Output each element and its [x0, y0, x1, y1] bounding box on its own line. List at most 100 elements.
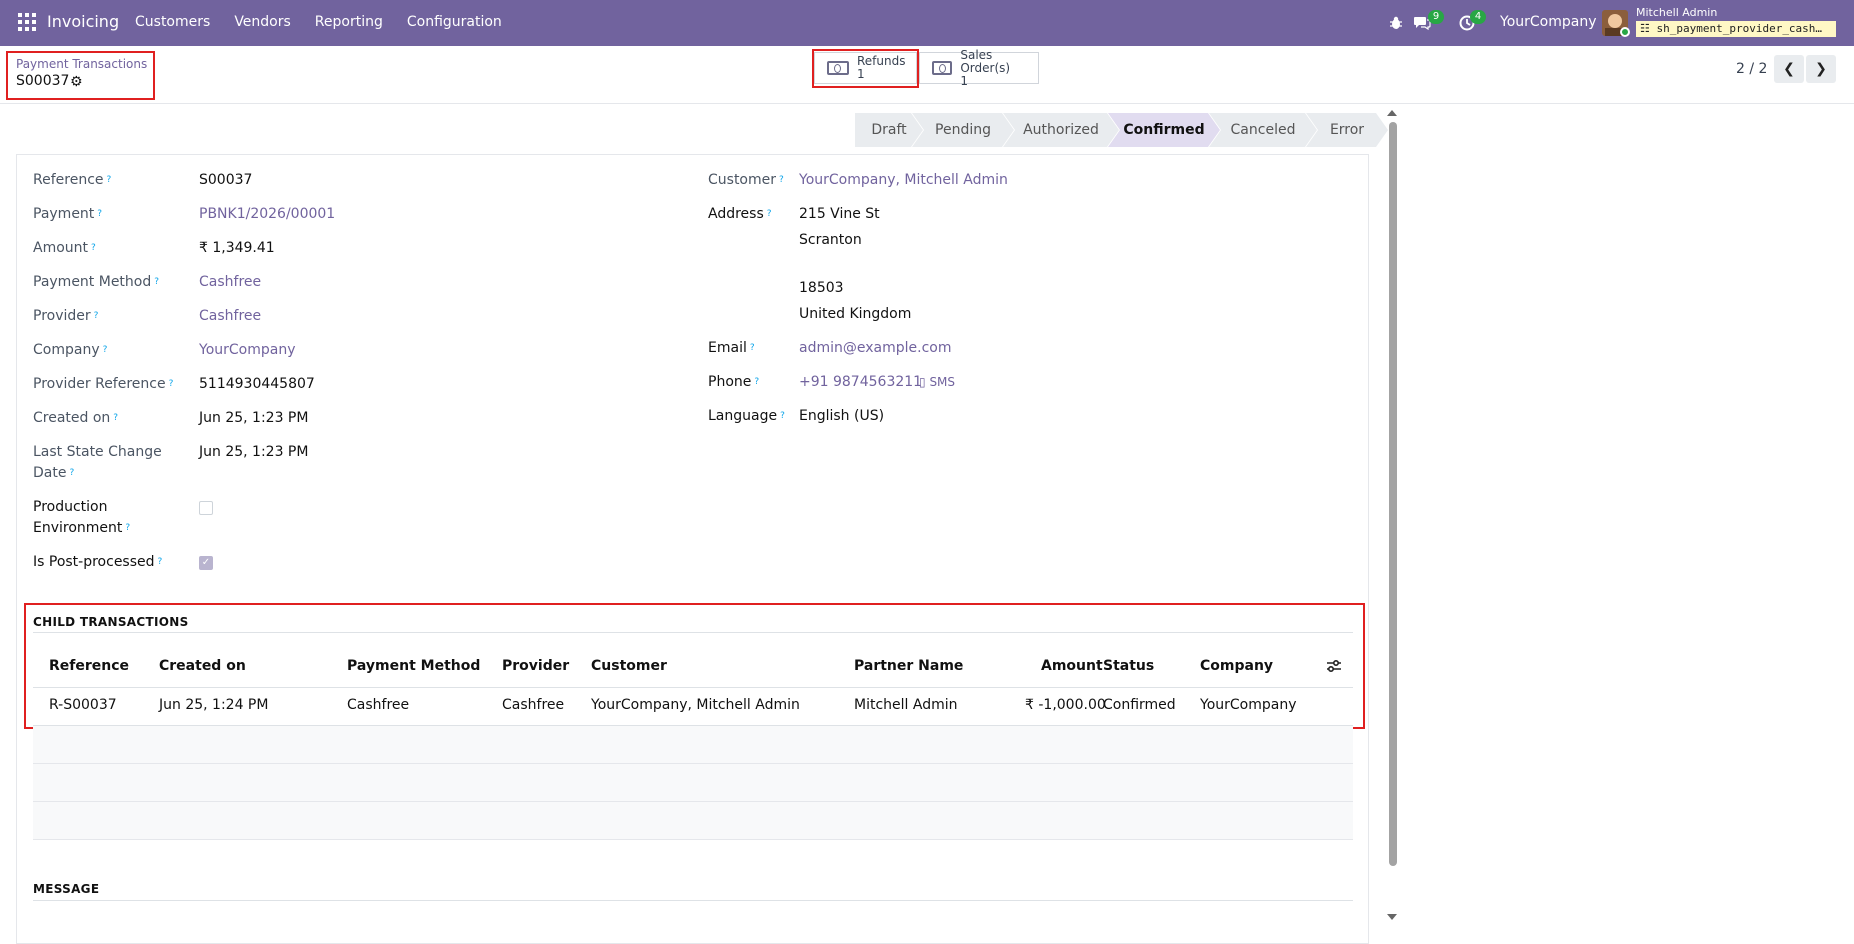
app-grid-icon[interactable] [18, 13, 36, 31]
app-name[interactable]: Invoicing [47, 12, 119, 31]
scroll-up-arrow-icon[interactable] [1387, 110, 1397, 116]
pager-next-button[interactable]: ❯ [1806, 55, 1836, 83]
empty-table-row [33, 764, 1353, 802]
control-panel: Payment Transactions S00037 ⚙ Refunds 1 … [0, 46, 1854, 104]
amount-value: ₹ 1,349.41 [199, 240, 275, 256]
created-on-value: Jun 25, 1:23 PM [199, 410, 309, 426]
status-confirmed[interactable]: Confirmed [1108, 113, 1220, 147]
sms-button[interactable]: ▯ SMS [919, 375, 955, 389]
payment-label: Payment? [33, 206, 103, 222]
main-menu: Customers Vendors Reporting Configuratio… [135, 14, 502, 30]
address-country: United Kingdom [799, 306, 912, 322]
status-error[interactable]: Error [1306, 113, 1388, 147]
provider-label: Provider? [33, 308, 99, 324]
language-label: Language? [708, 408, 785, 424]
pager-previous-button[interactable]: ❮ [1774, 55, 1804, 83]
production-environment-label: Production Environment? [33, 499, 131, 536]
payment-method-link[interactable]: Cashfree [199, 274, 261, 290]
col-reference[interactable]: Reference [49, 658, 129, 674]
sales-orders-count: 1 [960, 73, 968, 88]
refunds-count: 1 [857, 67, 865, 81]
breadcrumb-parent-link[interactable]: Payment Transactions [16, 57, 147, 71]
optional-columns-settings-icon[interactable] [1326, 658, 1342, 674]
money-icon [827, 61, 849, 75]
provider-reference-label: Provider Reference? [33, 376, 174, 392]
col-created-on[interactable]: Created on [159, 658, 246, 674]
cell-status: Confirmed [1103, 697, 1176, 713]
chevron-right-icon: ❯ [1815, 61, 1827, 77]
menu-reporting[interactable]: Reporting [315, 14, 383, 30]
mobile-icon: ▯ [919, 375, 926, 389]
database-name: sh_payment_provider_cash… [1656, 22, 1823, 35]
address-zip: 18503 [799, 280, 844, 296]
pager-value[interactable]: 2 / 2 [1736, 61, 1767, 77]
message-section-title: MESSAGE [33, 882, 100, 896]
child-transactions-title: CHILD TRANSACTIONS [33, 615, 189, 629]
cell-created-on: Jun 25, 1:24 PM [159, 697, 269, 713]
provider-link[interactable]: Cashfree [199, 308, 261, 324]
user-name[interactable]: Mitchell Admin [1636, 6, 1717, 19]
status-draft[interactable]: Draft [855, 113, 923, 147]
messages-count-badge: 9 [1428, 10, 1444, 24]
col-partner-name[interactable]: Partner Name [854, 658, 963, 674]
col-provider[interactable]: Provider [502, 658, 569, 674]
money-icon [932, 61, 953, 75]
address-street: 215 Vine St [799, 206, 880, 222]
payment-method-label: Payment Method? [33, 274, 160, 290]
debug-bug-icon[interactable] [1387, 0, 1405, 46]
is-post-processed-label: Is Post-processed? [33, 554, 163, 570]
section-divider [33, 900, 1353, 901]
reference-label: Reference? [33, 172, 112, 188]
table-header-divider [33, 687, 1353, 688]
phone-label: Phone? [708, 374, 760, 390]
company-switcher[interactable]: YourCompany [1500, 14, 1597, 30]
chevron-left-icon: ❮ [1783, 61, 1795, 77]
cell-payment-method: Cashfree [347, 697, 410, 713]
refunds-smart-button[interactable]: Refunds 1 [814, 52, 917, 84]
amount-label: Amount? [33, 240, 96, 256]
gear-icon[interactable]: ⚙ [70, 74, 83, 90]
breadcrumb: Payment Transactions S00037 ⚙ [6, 51, 155, 100]
email-label: Email? [708, 340, 755, 356]
activity-count-badge: 4 [1470, 10, 1486, 24]
messages-icon[interactable] [1413, 0, 1431, 46]
top-navbar: Invoicing Customers Vendors Reporting Co… [0, 0, 1854, 46]
language-value: English (US) [799, 408, 885, 424]
scroll-down-arrow-icon[interactable] [1387, 914, 1397, 920]
col-payment-method[interactable]: Payment Method [347, 658, 480, 674]
company-link[interactable]: YourCompany [199, 342, 296, 358]
menu-vendors[interactable]: Vendors [234, 14, 290, 30]
empty-table-row [33, 802, 1353, 840]
customer-label: Customer? [708, 172, 784, 188]
cell-reference: R-S00037 [49, 697, 117, 713]
provider-reference-value: 5114930445807 [199, 376, 315, 392]
sales-orders-smart-button[interactable]: Sales Order(s) 1 [919, 48, 1039, 87]
status-canceled[interactable]: Canceled [1209, 113, 1317, 147]
col-amount[interactable]: Amount [1041, 658, 1103, 674]
menu-configuration[interactable]: Configuration [407, 14, 502, 30]
online-status-icon [1620, 27, 1630, 37]
cell-amount: ₹ -1,000.00 [1025, 697, 1106, 713]
production-environment-checkbox[interactable] [199, 501, 213, 515]
email-link[interactable]: admin@example.com [799, 340, 951, 356]
cell-partner-name: Mitchell Admin [854, 697, 958, 713]
col-customer[interactable]: Customer [591, 658, 667, 674]
reference-value: S00037 [199, 172, 253, 188]
payment-link[interactable]: PBNK1/2026/00001 [199, 206, 335, 222]
status-pending[interactable]: Pending [912, 113, 1014, 147]
created-on-label: Created on? [33, 410, 119, 426]
phone-link[interactable]: +91 9874563211 [799, 374, 922, 390]
scrollbar-thumb[interactable] [1389, 122, 1397, 866]
database-badge: ☷ sh_payment_provider_cash… [1636, 21, 1836, 37]
menu-customers[interactable]: Customers [135, 14, 210, 30]
status-authorized[interactable]: Authorized [1003, 113, 1119, 147]
section-divider [33, 632, 1353, 633]
address-city: Scranton [799, 232, 862, 248]
is-post-processed-checkbox[interactable]: ✓ [199, 556, 213, 570]
customer-link[interactable]: YourCompany, Mitchell Admin [799, 172, 1008, 188]
col-status[interactable]: Status [1103, 658, 1154, 674]
col-company[interactable]: Company [1200, 658, 1273, 674]
empty-table-row [33, 726, 1353, 764]
company-label: Company? [33, 342, 108, 358]
cell-company: YourCompany [1200, 697, 1297, 713]
